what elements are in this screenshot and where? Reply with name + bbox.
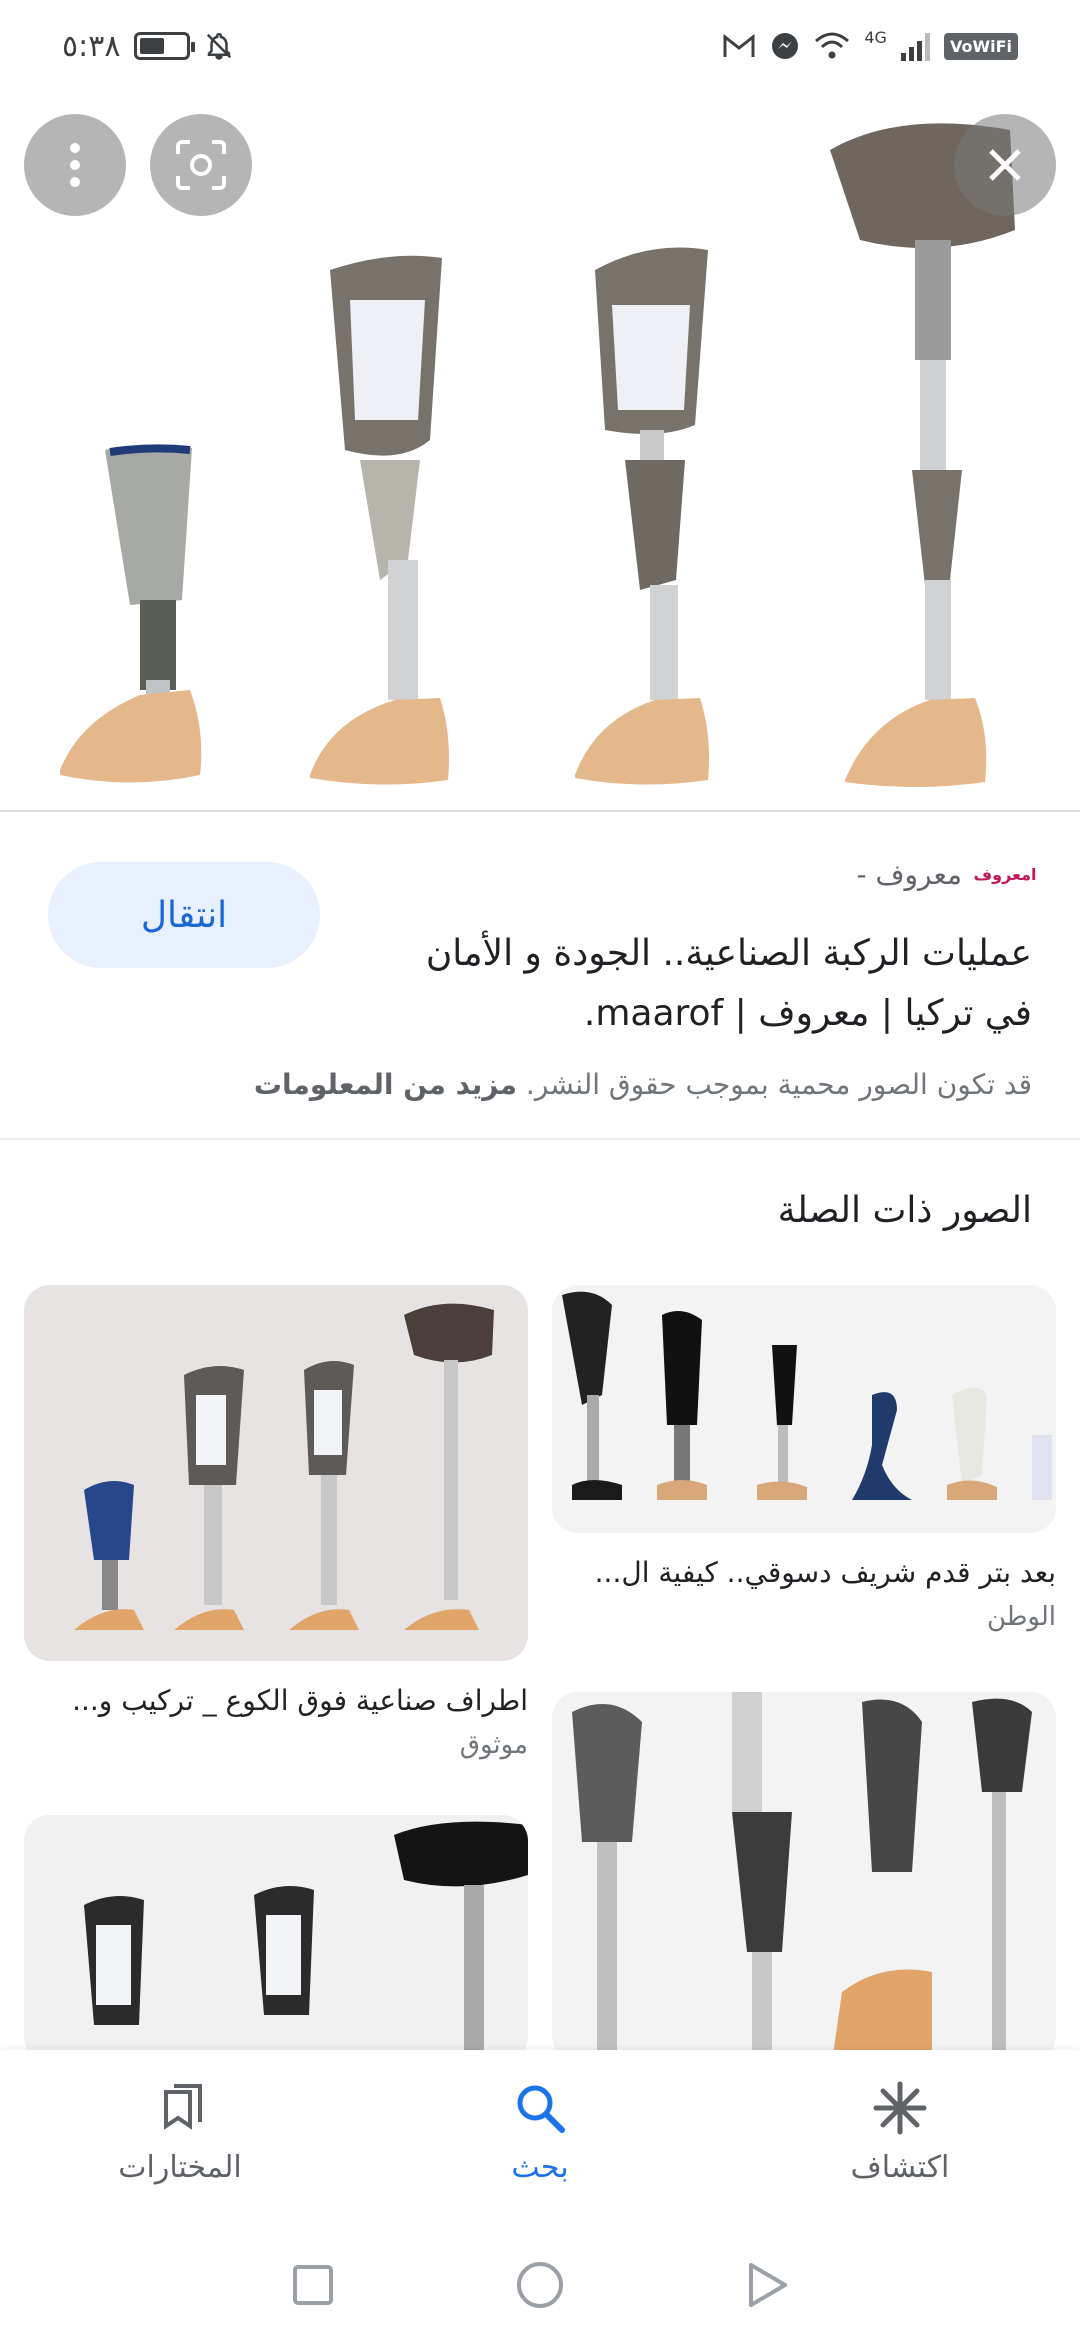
visit-button[interactable]: انتقال [48,862,320,968]
related-thumbnail [24,1815,528,2063]
system-navigation-bar [0,2230,1080,2340]
home-icon[interactable] [514,2259,566,2311]
prosthetic-leg-3 [575,247,709,785]
recents-icon[interactable] [289,2261,337,2309]
source-name: معروف - [856,858,962,891]
nav-discover-label: اكتشاف [850,2150,950,2185]
nav-collections[interactable]: المختارات [50,2080,310,2185]
divider [0,810,1080,812]
related-image-3[interactable] [552,1692,1056,2062]
prosthetic-legs-illustration [60,123,1015,787]
vowifi-badge: VoWiFi [943,32,1018,60]
notifications-off-icon [207,32,232,60]
close-icon [989,149,1021,181]
more-vert-icon [70,143,80,187]
bookmarks-icon [164,2084,202,2130]
back-icon[interactable] [743,2261,791,2309]
learn-more-link[interactable]: مزيد من المعلومات [254,1068,517,1101]
copyright-notice: قد تكون الصور محمية بموجب حقوق النشر. مز… [42,1068,1032,1101]
status-left: ٥:٣٨ [62,29,234,64]
related-thumbnail [552,1692,1056,2062]
related-thumbnail [24,1285,528,1661]
related-image-1[interactable] [552,1285,1056,1533]
nav-search[interactable]: بحث [410,2080,670,2185]
battery-icon [134,32,196,60]
source-row[interactable]: امعروف معروف - [856,858,1036,891]
status-bar: ٥:٣٨ 4G VoWiFi [0,0,1080,92]
close-button[interactable] [954,114,1056,216]
network-type: 4G [864,27,887,47]
related-image-2[interactable] [24,1285,528,1661]
status-right: 4G VoWiFi [722,28,1018,65]
source-logo: امعروف [974,861,1036,888]
bottom-navigation: المختارات بحث اكتشاف [0,2050,1080,2230]
prosthetic-leg-1 [60,444,202,783]
related-caption-2[interactable]: اطراف صناعية فوق الكوع _ تركيب و... [24,1684,528,1717]
related-image-4[interactable] [24,1815,528,2063]
section-divider [0,1138,1080,1140]
related-source-2: موثوق [459,1730,528,1760]
prosthetic-leg-2 [310,255,449,785]
discover-asterisk-icon [873,2081,927,2135]
related-source-1: الوطن [986,1602,1056,1632]
result-title[interactable]: عمليات الركبة الصناعية.. الجودة و الأمان… [392,924,1032,1044]
lens-button[interactable] [150,114,252,216]
related-caption-1[interactable]: بعد بتر قدم شريف دسوقي.. كيفية ال... [552,1556,1056,1589]
lens-icon [176,140,226,190]
more-options-button[interactable] [24,114,126,216]
copyright-text: قد تكون الصور محمية بموجب حقوق النشر. [525,1068,1032,1101]
status-time: ٥:٣٨ [62,28,121,64]
prosthetic-leg-4 [830,123,1015,787]
messenger-icon [772,33,799,59]
nav-collections-label: المختارات [118,2150,242,2185]
related-thumbnail [552,1285,1056,1533]
battery-level [140,38,165,54]
gmail-icon [723,33,755,57]
hero-image[interactable] [0,0,1080,812]
signal-icon [900,31,930,61]
related-heading: الصور ذات الصلة [777,1190,1032,1231]
wifi-icon [815,32,850,59]
nav-search-label: بحث [511,2150,569,2185]
search-icon [517,2085,565,2133]
nav-discover[interactable]: اكتشاف [770,2080,1030,2185]
image-viewer-page: ٥:٣٨ 4G VoWiFi امعروف معروف - انتقال عمل… [0,0,1080,2340]
